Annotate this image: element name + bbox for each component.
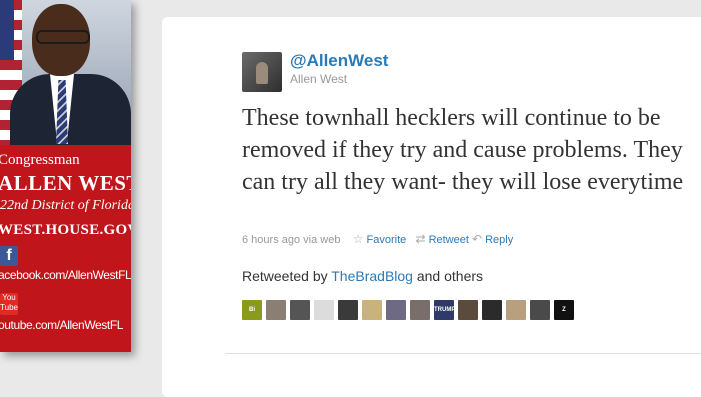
banner-youtube-link[interactable]: outube.com/AllenWestFL bbox=[0, 318, 123, 332]
retweeter-avatar[interactable] bbox=[458, 300, 478, 320]
banner-website[interactable]: WEST.HOUSE.GOV bbox=[0, 222, 131, 239]
tweet-meta: 6 hours ago via web ☆ Favorite ⇄ Retweet… bbox=[242, 232, 513, 246]
retweeter-avatar[interactable]: TRUMP bbox=[434, 300, 454, 320]
retweeter-avatar[interactable] bbox=[266, 300, 286, 320]
youtube-icon[interactable]: You Tube bbox=[0, 293, 18, 315]
profile-banner: Congressman ALLEN WEST 22nd District of … bbox=[0, 0, 131, 352]
favorite-button[interactable]: Favorite bbox=[367, 234, 407, 246]
retweeter-avatar[interactable]: Bi bbox=[242, 300, 262, 320]
banner-name: ALLEN WEST bbox=[0, 171, 131, 195]
retweet-button[interactable]: Retweet bbox=[429, 234, 469, 246]
glasses bbox=[36, 30, 90, 44]
retweeter-avatar[interactable] bbox=[506, 300, 526, 320]
user-avatar[interactable] bbox=[242, 52, 282, 92]
retweeted-by: Retweeted by TheBradBlog and others bbox=[242, 268, 483, 284]
facebook-icon[interactable]: f bbox=[0, 246, 18, 266]
user-fullname: Allen West bbox=[290, 72, 348, 86]
retweet-icon[interactable]: ⇄ bbox=[415, 232, 425, 246]
reply-icon[interactable]: ↶ bbox=[472, 232, 482, 246]
tweet-timestamp[interactable]: 6 hours ago via web bbox=[242, 234, 340, 246]
retweeter-avatars: Bi TRUMP Z bbox=[242, 300, 574, 320]
retweeter-link[interactable]: TheBradBlog bbox=[331, 268, 413, 284]
retweeter-avatar[interactable] bbox=[530, 300, 550, 320]
retweeter-avatar[interactable] bbox=[314, 300, 334, 320]
retweeter-avatar[interactable] bbox=[338, 300, 358, 320]
reply-button[interactable]: Reply bbox=[485, 234, 513, 246]
divider bbox=[225, 353, 701, 354]
retweeter-avatar[interactable] bbox=[386, 300, 406, 320]
retweeter-avatar[interactable] bbox=[362, 300, 382, 320]
retweeter-avatar[interactable] bbox=[290, 300, 310, 320]
user-handle[interactable]: @AllenWest bbox=[290, 51, 388, 71]
banner-title: Congressman bbox=[0, 152, 80, 168]
tweet-text: These townhall hecklers will continue to… bbox=[242, 105, 684, 195]
banner-facebook-link[interactable]: acebook.com/AllenWestFL bbox=[0, 268, 131, 282]
banner-district: 22nd District of Florida bbox=[0, 198, 131, 213]
retweeted-suffix: and others bbox=[416, 268, 484, 284]
congressman-photo bbox=[0, 0, 131, 145]
star-icon[interactable]: ☆ bbox=[353, 232, 364, 246]
retweeter-avatar[interactable] bbox=[482, 300, 502, 320]
retweeted-prefix: Retweeted by bbox=[242, 268, 328, 284]
retweeter-avatar[interactable] bbox=[410, 300, 430, 320]
retweeter-avatar[interactable]: Z bbox=[554, 300, 574, 320]
